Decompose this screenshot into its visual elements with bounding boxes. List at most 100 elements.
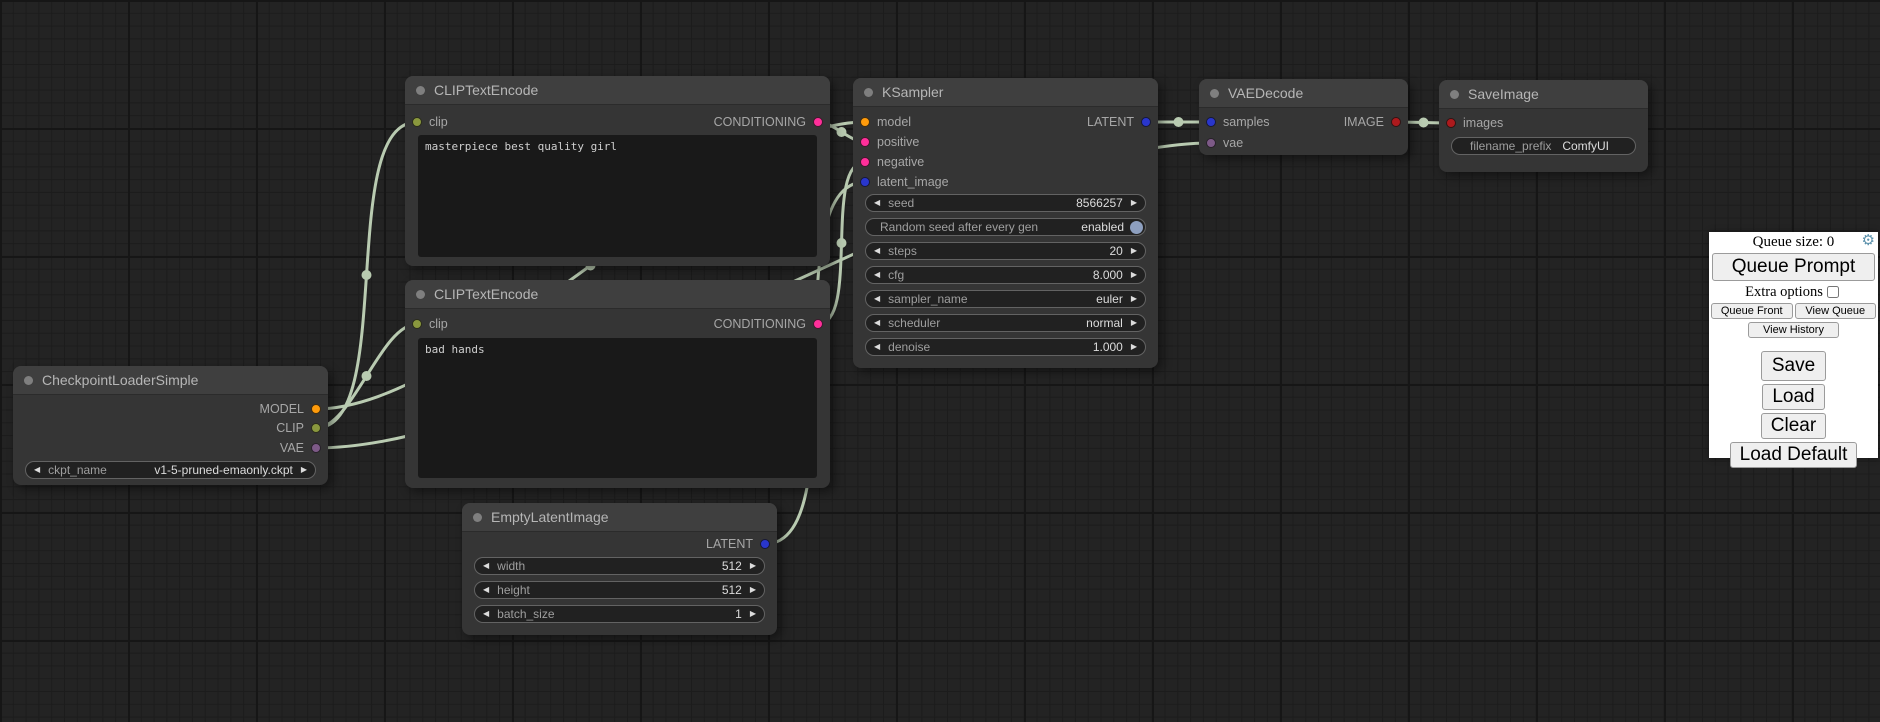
widget-scheduler[interactable]: ◀schedulernormal▶	[865, 314, 1146, 332]
input-slot-vae[interactable]: vae	[1206, 135, 1243, 151]
node-titlebar[interactable]: CLIPTextEncode	[405, 280, 830, 309]
node-titlebar[interactable]: VAEDecode	[1199, 79, 1408, 108]
collapse-dot[interactable]	[24, 376, 33, 385]
node-empty-latent-image[interactable]: EmptyLatentImage LATENT ◀width512▶ ◀height5…	[462, 503, 777, 635]
prompt-textarea[interactable]: masterpiece best quality girl	[418, 135, 817, 257]
input-slot-clip[interactable]: clip	[412, 114, 448, 130]
view-queue-button[interactable]: View Queue	[1795, 303, 1877, 319]
output-slot-conditioning[interactable]: CONDITIONING	[714, 316, 823, 332]
collapse-dot[interactable]	[473, 513, 482, 522]
collapse-dot[interactable]	[416, 290, 425, 299]
widget-ckpt-name[interactable]: ◀ckpt_namev1-5-pruned-emaonly.ckpt▶	[25, 461, 316, 479]
node-clip-text-encode-positive[interactable]: CLIPTextEncode clip CONDITIONING masterpiec…	[405, 76, 830, 266]
decrement-arrow[interactable]: ◀	[866, 199, 888, 207]
node-titlebar[interactable]: CheckpointLoaderSimple	[13, 366, 328, 395]
queue-front-button[interactable]: Queue Front	[1711, 303, 1793, 319]
widget-cfg[interactable]: ◀cfg8.000▶	[865, 266, 1146, 284]
increment-arrow[interactable]: ▶	[742, 562, 764, 570]
node-titlebar[interactable]: CLIPTextEncode	[405, 76, 830, 105]
decrement-arrow[interactable]: ◀	[866, 295, 888, 303]
slot-dot-conditioning[interactable]	[813, 117, 823, 127]
slot-dot-latent-image[interactable]	[860, 177, 870, 187]
widget-random-seed-after-every-gen[interactable]: Random seed after every genenabled	[865, 218, 1146, 236]
decrement-arrow[interactable]: ◀	[475, 586, 497, 594]
collapse-dot[interactable]	[416, 86, 425, 95]
input-slot-samples[interactable]: samples	[1206, 114, 1270, 130]
queue-prompt-button[interactable]: Queue Prompt	[1712, 253, 1875, 281]
collapse-dot[interactable]	[1450, 90, 1459, 99]
decrement-arrow[interactable]: ◀	[866, 343, 888, 351]
widget-width[interactable]: ◀width512▶	[474, 557, 765, 575]
output-slot-latent[interactable]: LATENT	[1087, 114, 1151, 130]
decrement-arrow[interactable]: ◀	[866, 271, 888, 279]
slot-dot-clip[interactable]	[412, 117, 422, 127]
slot-dot-negative[interactable]	[860, 157, 870, 167]
node-titlebar[interactable]: EmptyLatentImage	[462, 503, 777, 532]
decrement-arrow[interactable]: ◀	[475, 610, 497, 618]
slot-dot-images[interactable]	[1446, 118, 1456, 128]
slot-dot-conditioning[interactable]	[813, 319, 823, 329]
node-ksampler[interactable]: KSampler model positive negative latent_imag…	[853, 78, 1158, 368]
slot-dot-clip[interactable]	[311, 423, 321, 433]
widget-height[interactable]: ◀height512▶	[474, 581, 765, 599]
increment-arrow[interactable]: ▶	[742, 610, 764, 618]
toggle-indicator[interactable]	[1130, 221, 1143, 234]
output-slot-vae[interactable]: VAE	[280, 440, 321, 456]
output-slot-image[interactable]: IMAGE	[1344, 114, 1401, 130]
view-history-button[interactable]: View History	[1748, 322, 1839, 338]
clear-button[interactable]: Clear	[1761, 413, 1826, 439]
slot-dot-latent[interactable]	[1141, 117, 1151, 127]
slot-dot-vae[interactable]	[1206, 138, 1216, 148]
decrement-arrow[interactable]: ◀	[475, 562, 497, 570]
load-default-button[interactable]: Load Default	[1730, 442, 1858, 468]
node-save-image[interactable]: SaveImage images filename_prefixComfyUI	[1439, 80, 1648, 172]
collapse-dot[interactable]	[1210, 89, 1219, 98]
node-vae-decode[interactable]: VAEDecode samples vae IMAGE	[1199, 79, 1408, 155]
comfyui-canvas[interactable]: { "graph": { "wire_color": "#b9cbb1", "n…	[0, 0, 1880, 722]
input-slot-latent-image[interactable]: latent_image	[860, 174, 949, 190]
input-slot-positive[interactable]: positive	[860, 134, 919, 150]
prompt-textarea[interactable]: bad hands	[418, 338, 817, 478]
slot-dot-image[interactable]	[1391, 117, 1401, 127]
increment-arrow[interactable]: ▶	[1123, 247, 1145, 255]
increment-arrow[interactable]: ▶	[1123, 271, 1145, 279]
node-titlebar[interactable]: SaveImage	[1439, 80, 1648, 109]
increment-arrow[interactable]: ▶	[293, 466, 315, 474]
increment-arrow[interactable]: ▶	[1123, 199, 1145, 207]
collapse-dot[interactable]	[864, 88, 873, 97]
slot-dot-samples[interactable]	[1206, 117, 1216, 127]
output-slot-conditioning[interactable]: CONDITIONING	[714, 114, 823, 130]
output-slot-clip[interactable]: CLIP	[276, 420, 321, 436]
output-slot-latent[interactable]: LATENT	[706, 536, 770, 552]
input-slot-model[interactable]: model	[860, 114, 911, 130]
input-slot-clip[interactable]: clip	[412, 316, 448, 332]
decrement-arrow[interactable]: ◀	[866, 319, 888, 327]
slot-dot-positive[interactable]	[860, 137, 870, 147]
output-slot-model[interactable]: MODEL	[260, 401, 321, 417]
node-checkpoint-loader-simple[interactable]: CheckpointLoaderSimple MODEL CLIP VAE ◀ckpt_…	[13, 366, 328, 485]
decrement-arrow[interactable]: ◀	[26, 466, 48, 474]
input-slot-images[interactable]: images	[1446, 115, 1503, 131]
widget-filename-prefix[interactable]: filename_prefixComfyUI	[1451, 137, 1636, 155]
node-clip-text-encode-negative[interactable]: CLIPTextEncode clip CONDITIONING bad hands	[405, 280, 830, 488]
increment-arrow[interactable]: ▶	[742, 586, 764, 594]
widget-seed[interactable]: ◀seed8566257▶	[865, 194, 1146, 212]
settings-gear-icon[interactable]: ⚙	[1862, 233, 1875, 248]
node-titlebar[interactable]: KSampler	[853, 78, 1158, 107]
widget-denoise[interactable]: ◀denoise1.000▶	[865, 338, 1146, 356]
extra-options-checkbox[interactable]	[1827, 286, 1839, 298]
widget-steps[interactable]: ◀steps20▶	[865, 242, 1146, 260]
slot-dot-clip[interactable]	[412, 319, 422, 329]
slot-dot-vae[interactable]	[311, 443, 321, 453]
input-slot-negative[interactable]: negative	[860, 154, 924, 170]
load-button[interactable]: Load	[1762, 384, 1824, 410]
increment-arrow[interactable]: ▶	[1123, 319, 1145, 327]
increment-arrow[interactable]: ▶	[1123, 295, 1145, 303]
slot-dot-model[interactable]	[860, 117, 870, 127]
widget-sampler-name[interactable]: ◀sampler_nameeuler▶	[865, 290, 1146, 308]
increment-arrow[interactable]: ▶	[1123, 343, 1145, 351]
decrement-arrow[interactable]: ◀	[866, 247, 888, 255]
widget-batch-size[interactable]: ◀batch_size1▶	[474, 605, 765, 623]
slot-dot-latent[interactable]	[760, 539, 770, 549]
slot-dot-model[interactable]	[311, 404, 321, 414]
